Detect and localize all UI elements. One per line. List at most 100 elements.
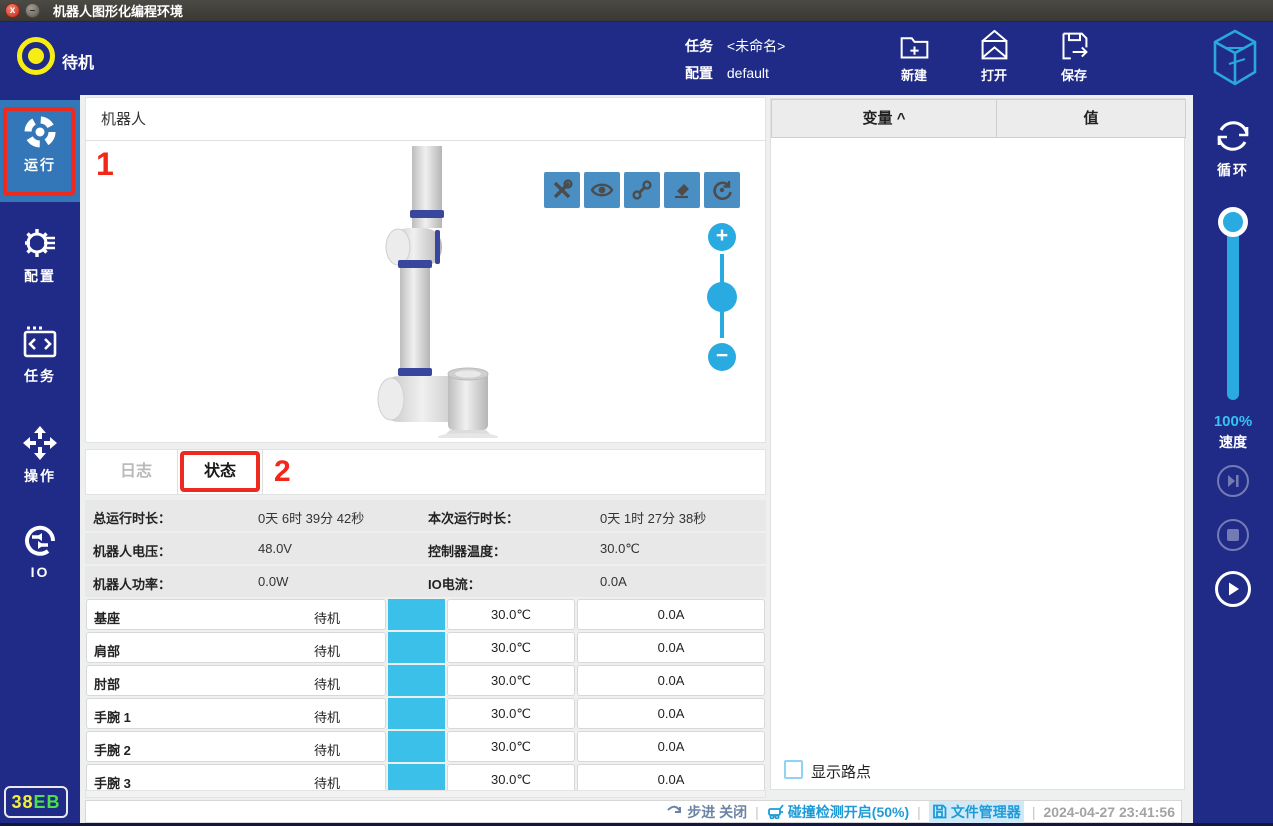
tab-separator: [262, 450, 263, 494]
sidebar-item-io[interactable]: IO: [0, 523, 80, 580]
robot-voltage-value: 48.0V: [258, 541, 292, 556]
task-config-info: 任务 <未命名> 配置 default: [685, 33, 785, 87]
joint-color-swatch: [388, 698, 445, 729]
zoom-out-button[interactable]: −: [708, 343, 736, 371]
step-mode-toggle[interactable]: 步进 关闭: [667, 802, 747, 822]
config-label: 配置: [685, 65, 713, 81]
play-button[interactable]: [1215, 571, 1251, 607]
sidebar-label-task: 任务: [24, 366, 56, 386]
new-task-label: 新建: [901, 65, 927, 84]
viewport-tools-button[interactable]: [544, 172, 580, 208]
horizontal-scrollbar[interactable]: [85, 790, 766, 798]
step-forward-icon: [1225, 473, 1241, 489]
runtime-info-row: 总运行时长： 0天 6时 39分 42秒 本次运行时长： 0天 1时 27分 3…: [85, 500, 766, 531]
sidebar-item-config[interactable]: 配置: [0, 225, 80, 286]
controller-temp-label: 控制器温度：: [428, 541, 506, 560]
joint-name: 手腕 1: [94, 707, 131, 726]
file-manager-button[interactable]: 文件管理器: [929, 801, 1024, 823]
file-manager-text: 文件管理器: [951, 802, 1021, 822]
config-gear-icon: [22, 225, 58, 261]
task-label: 任务: [685, 38, 713, 54]
joint-temperature: 30.0℃: [447, 665, 575, 696]
window-title: 机器人图形化编程环境: [53, 1, 183, 20]
speed-value: 100%: [1193, 413, 1273, 430]
joint-temperature: 30.0℃: [447, 731, 575, 762]
titlebar: x – 机器人图形化编程环境: [0, 0, 1273, 22]
app-header: 待机 任务 <未命名> 配置 default 新建 打开: [0, 22, 1273, 95]
open-task-button[interactable]: 打开: [963, 30, 1025, 90]
collision-detection-text: 碰撞检测开启(50%): [788, 802, 909, 822]
joint-temperature: 30.0℃: [447, 632, 575, 663]
brand-logo: [1211, 28, 1259, 93]
left-sidebar: 运行 配置 任务 操作: [0, 95, 80, 826]
stop-icon: [1226, 528, 1240, 542]
robot-status-light-icon: [17, 37, 55, 75]
badge-part-2: EB: [34, 792, 61, 813]
sidebar-item-operate[interactable]: 操作: [0, 425, 80, 486]
joint-row-shoulder: 肩部待机 30.0℃ 0.0A: [85, 632, 766, 663]
sidebar-label-io: IO: [31, 564, 50, 580]
joint-row-elbow: 肘部待机 30.0℃ 0.0A: [85, 665, 766, 696]
new-folder-icon: [898, 30, 931, 63]
value-column-header[interactable]: 值: [996, 99, 1186, 138]
speed-slider-track[interactable]: [1227, 224, 1239, 400]
joint-name: 肘部: [94, 674, 120, 693]
close-window-button[interactable]: x: [5, 3, 20, 18]
voltage-temp-info-row: 机器人电压： 48.0V 控制器温度： 30.0℃: [85, 533, 766, 564]
robot-panel: 机器人 1: [85, 97, 766, 443]
tab-log[interactable]: 日志: [94, 450, 178, 494]
joint-color-swatch: [388, 632, 445, 663]
collision-detection-toggle[interactable]: 碰撞检测开启(50%): [767, 802, 909, 822]
show-waypoints-checkbox[interactable]: [784, 760, 803, 779]
annotation-box-1: [3, 107, 75, 196]
zoom-in-button[interactable]: +: [708, 223, 736, 251]
task-code-icon: [22, 325, 58, 361]
app-window: x – 机器人图形化编程环境 待机 任务 <未命名> 配置 default 新建: [0, 0, 1273, 826]
session-runtime-label: 本次运行时长：: [428, 508, 519, 527]
footer-separator: |: [755, 804, 759, 820]
robot-3d-viewport[interactable]: [326, 146, 526, 438]
controller-temp-value: 30.0℃: [600, 541, 640, 557]
save-task-button[interactable]: 保存: [1043, 30, 1105, 90]
right-sidebar: 循环 100% 速度: [1193, 95, 1273, 826]
viewport-erase-button[interactable]: [664, 172, 700, 208]
eraser-icon: [671, 179, 693, 201]
viewport-reset-view-button[interactable]: [704, 172, 740, 208]
joint-temperature: 30.0℃: [447, 698, 575, 729]
zoom-slider-handle[interactable]: [707, 282, 737, 312]
variables-column-header[interactable]: 变量 ^: [771, 99, 997, 138]
config-value: default: [727, 65, 769, 81]
speed-label: 速度: [1193, 432, 1273, 452]
minimize-window-button[interactable]: –: [25, 3, 40, 18]
io-current-label: IO电流：: [428, 574, 481, 593]
robot-status-text: 待机: [62, 49, 94, 73]
open-envelope-icon: [978, 30, 1011, 63]
step-forward-button[interactable]: [1217, 465, 1249, 497]
viewport-path-button[interactable]: [624, 172, 660, 208]
robot-panel-title: 机器人: [86, 98, 765, 141]
joint-state: 待机: [277, 641, 377, 660]
stop-button[interactable]: [1217, 519, 1249, 551]
speed-slider-handle[interactable]: [1218, 207, 1248, 237]
sidebar-item-task[interactable]: 任务: [0, 325, 80, 386]
save-floppy-icon: [1058, 30, 1091, 63]
joint-color-swatch: [388, 731, 445, 762]
step-mode-text: 步进 关闭: [687, 802, 747, 822]
play-icon: [1225, 581, 1241, 597]
footer-separator: |: [917, 804, 921, 820]
viewport-visibility-button[interactable]: [584, 172, 620, 208]
save-task-label: 保存: [1061, 65, 1087, 84]
robot-power-label: 机器人功率：: [93, 574, 171, 593]
joint-current: 0.0A: [577, 731, 765, 762]
joint-name: 手腕 2: [94, 740, 131, 759]
new-task-button[interactable]: 新建: [883, 30, 945, 90]
show-waypoints-label: 显示路点: [811, 761, 871, 782]
robot-arm-image: [326, 146, 526, 438]
status-bar: 步进 关闭 | 碰撞检测开启(50%) | 文件管理器 | 2024-04-27…: [85, 800, 1182, 823]
clock-timestamp: 2024-04-27 23:41:56: [1043, 804, 1175, 820]
badge-part-1: 38: [11, 792, 33, 813]
loop-mode-button[interactable]: 循环: [1193, 115, 1273, 180]
io-current-value: 0.0A: [600, 574, 627, 589]
eye-icon: [590, 178, 614, 202]
joint-state: 待机: [277, 674, 377, 693]
